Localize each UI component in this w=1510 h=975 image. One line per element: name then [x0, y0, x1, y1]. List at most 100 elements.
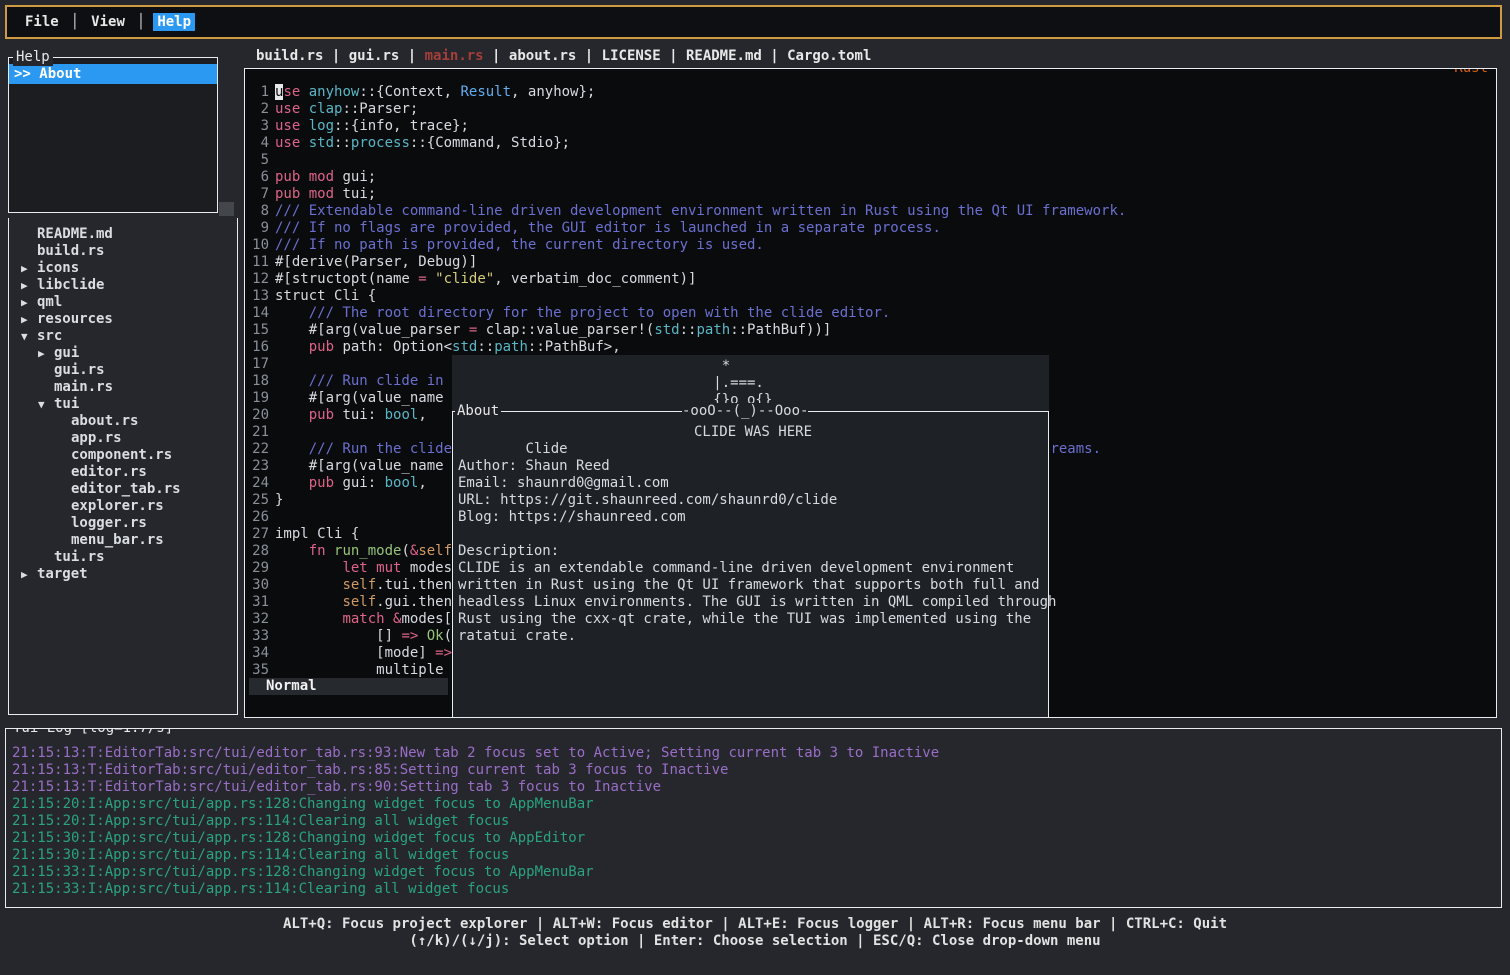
- menu-item-file[interactable]: File: [21, 13, 63, 31]
- about-text-line: Rust using the cxx-qt crate, while the T…: [458, 611, 1048, 628]
- tree-item-tui[interactable]: ▼tui: [9, 396, 237, 413]
- tree-item-icons[interactable]: ▶icons: [9, 260, 237, 277]
- menu-item-help[interactable]: Help: [153, 13, 195, 31]
- tree-item-app.rs[interactable]: app.rs: [9, 430, 237, 447]
- tree-item-libclide[interactable]: ▶libclide: [9, 277, 237, 294]
- about-text-line: ratatui crate.: [458, 628, 1048, 645]
- code-token: anyhow: [309, 84, 360, 100]
- code-token: [300, 169, 308, 185]
- code-line[interactable]: 5: [249, 152, 1496, 169]
- code-token: Ok: [427, 628, 444, 644]
- code-line[interactable]: 11#[derive(Parser, Debug)]: [249, 254, 1496, 271]
- line-number: 2: [249, 101, 269, 118]
- tree-item-src[interactable]: ▼src: [9, 328, 237, 345]
- code-token: [300, 186, 308, 202]
- code-line[interactable]: 3use log::{info, trace};: [249, 118, 1496, 135]
- code-token: , verbatim_doc_comment)]: [494, 271, 696, 287]
- code-line[interactable]: 7pub mod tui;: [249, 186, 1496, 203]
- code-line[interactable]: 4use std::process::{Command, Stdio};: [249, 135, 1496, 152]
- code-token: path: Option<: [334, 339, 452, 355]
- line-number: 12: [249, 271, 269, 288]
- code-token: path: [696, 322, 730, 338]
- code-token: #[arg(value_name: [275, 390, 452, 406]
- tab-LICENSE[interactable]: LICENSE: [602, 48, 661, 64]
- explorer-scrollbar-thumb[interactable]: [219, 202, 234, 216]
- code-token: , anyhow};: [511, 84, 595, 100]
- menu-item-view[interactable]: View: [87, 13, 129, 31]
- tree-item-tui.rs[interactable]: tui.rs: [9, 549, 237, 566]
- code-token: [300, 101, 308, 117]
- code-line[interactable]: 9/// If no flags are provided, the GUI e…: [249, 220, 1496, 237]
- code-token: multiple: [275, 662, 452, 678]
- shortcut-line-1: ALT+Q: Focus project explorer | ALT+W: F…: [0, 916, 1510, 933]
- menu-bar: File│View│Help: [5, 5, 1502, 39]
- tree-item-component.rs[interactable]: component.rs: [9, 447, 237, 464]
- code-line[interactable]: 2use clap::Parser;: [249, 101, 1496, 118]
- code-token: gui:: [334, 475, 385, 491]
- code-line[interactable]: 6pub mod gui;: [249, 169, 1496, 186]
- code-line[interactable]: 1use anyhow::{Context, Result, anyhow};: [249, 84, 1496, 101]
- code-token: clap::value_parser!(: [477, 322, 654, 338]
- tree-item-explorer.rs[interactable]: explorer.rs: [9, 498, 237, 515]
- line-number: 7: [249, 186, 269, 203]
- tab-separator: |: [399, 48, 424, 64]
- code-line[interactable]: 12#[structopt(name = "clide", verbatim_d…: [249, 271, 1496, 288]
- code-line[interactable]: 14 /// The root directory for the projec…: [249, 305, 1496, 322]
- tree-item-qml[interactable]: ▶qml: [9, 294, 237, 311]
- code-line[interactable]: 15 #[arg(value_parser = clap::value_pars…: [249, 322, 1496, 339]
- tree-item-gui.rs[interactable]: gui.rs: [9, 362, 237, 379]
- code-line[interactable]: 10/// If no path is provided, the curren…: [249, 237, 1496, 254]
- tree-item-README.md[interactable]: README.md: [9, 226, 237, 243]
- help-dropdown-items: >> About: [9, 64, 217, 84]
- tab-main.rs[interactable]: main.rs: [425, 48, 484, 64]
- tab-Cargo.toml[interactable]: Cargo.toml: [787, 48, 871, 64]
- code-token: ::{info, trace};: [334, 118, 469, 134]
- tree-item-logger.rs[interactable]: logger.rs: [9, 515, 237, 532]
- code-token: reams.: [1050, 441, 1101, 457]
- project-explorer: README.mdbuild.rs▶icons▶libclide▶qml▶res…: [8, 218, 238, 715]
- tree-item-build.rs[interactable]: build.rs: [9, 243, 237, 260]
- chevron-collapsed-icon: ▶: [21, 566, 37, 583]
- code-token: [275, 594, 342, 610]
- code-token: [275, 407, 309, 423]
- tree-item-editor.rs[interactable]: editor.rs: [9, 464, 237, 481]
- code-token: /// The root directory for the project t…: [275, 305, 890, 321]
- code-token: let: [342, 560, 367, 576]
- code-token: =>: [401, 628, 418, 644]
- tree-item-label: editor_tab.rs: [71, 481, 181, 497]
- code-token: [427, 271, 435, 287]
- code-token: /// Run clide in h: [275, 373, 460, 389]
- code-token: pub: [275, 186, 300, 202]
- line-number: 35: [249, 662, 269, 679]
- tab-gui.rs[interactable]: gui.rs: [349, 48, 400, 64]
- code-token: ::: [334, 135, 351, 151]
- code-token: bool: [385, 475, 419, 491]
- chevron-expanded-icon: ▼: [21, 328, 37, 345]
- tree-item-editor_tab.rs[interactable]: editor_tab.rs: [9, 481, 237, 498]
- code-line[interactable]: 16 pub path: Option<std::path::PathBuf>,: [249, 339, 1496, 356]
- app-root: { "colors": { "background": "#25272c", "…: [0, 0, 1510, 975]
- about-text-line: written in Rust using the Qt UI framewor…: [458, 577, 1048, 594]
- tab-about.rs[interactable]: about.rs: [509, 48, 576, 64]
- file-tree: README.mdbuild.rs▶icons▶libclide▶qml▶res…: [9, 226, 237, 583]
- tree-item-about.rs[interactable]: about.rs: [9, 413, 237, 430]
- line-number: 14: [249, 305, 269, 322]
- tree-item-target[interactable]: ▶target: [9, 566, 237, 583]
- dropdown-item-about[interactable]: >> About: [9, 64, 217, 84]
- about-art: * |.===. {}o o{}: [452, 355, 1049, 409]
- editor-mode-indicator: Normal: [249, 678, 448, 695]
- tab-README.md[interactable]: README.md: [686, 48, 762, 64]
- line-number: 30: [249, 577, 269, 594]
- tab-build.rs[interactable]: build.rs: [256, 48, 323, 64]
- chevron-collapsed-icon: ▶: [38, 345, 54, 362]
- code-line[interactable]: 8/// Extendable command-line driven deve…: [249, 203, 1496, 220]
- tree-item-menu_bar.rs[interactable]: menu_bar.rs: [9, 532, 237, 549]
- tree-item-resources[interactable]: ▶resources: [9, 311, 237, 328]
- code-line[interactable]: 13struct Cli {: [249, 288, 1496, 305]
- tui-log-title: Tui Log [log=1.7/s]: [10, 728, 176, 737]
- tree-item-gui[interactable]: ▶gui: [9, 345, 237, 362]
- tree-item-main.rs[interactable]: main.rs: [9, 379, 237, 396]
- chevron-collapsed-icon: ▶: [21, 277, 37, 294]
- code-token: self: [342, 594, 376, 610]
- code-token: [300, 118, 308, 134]
